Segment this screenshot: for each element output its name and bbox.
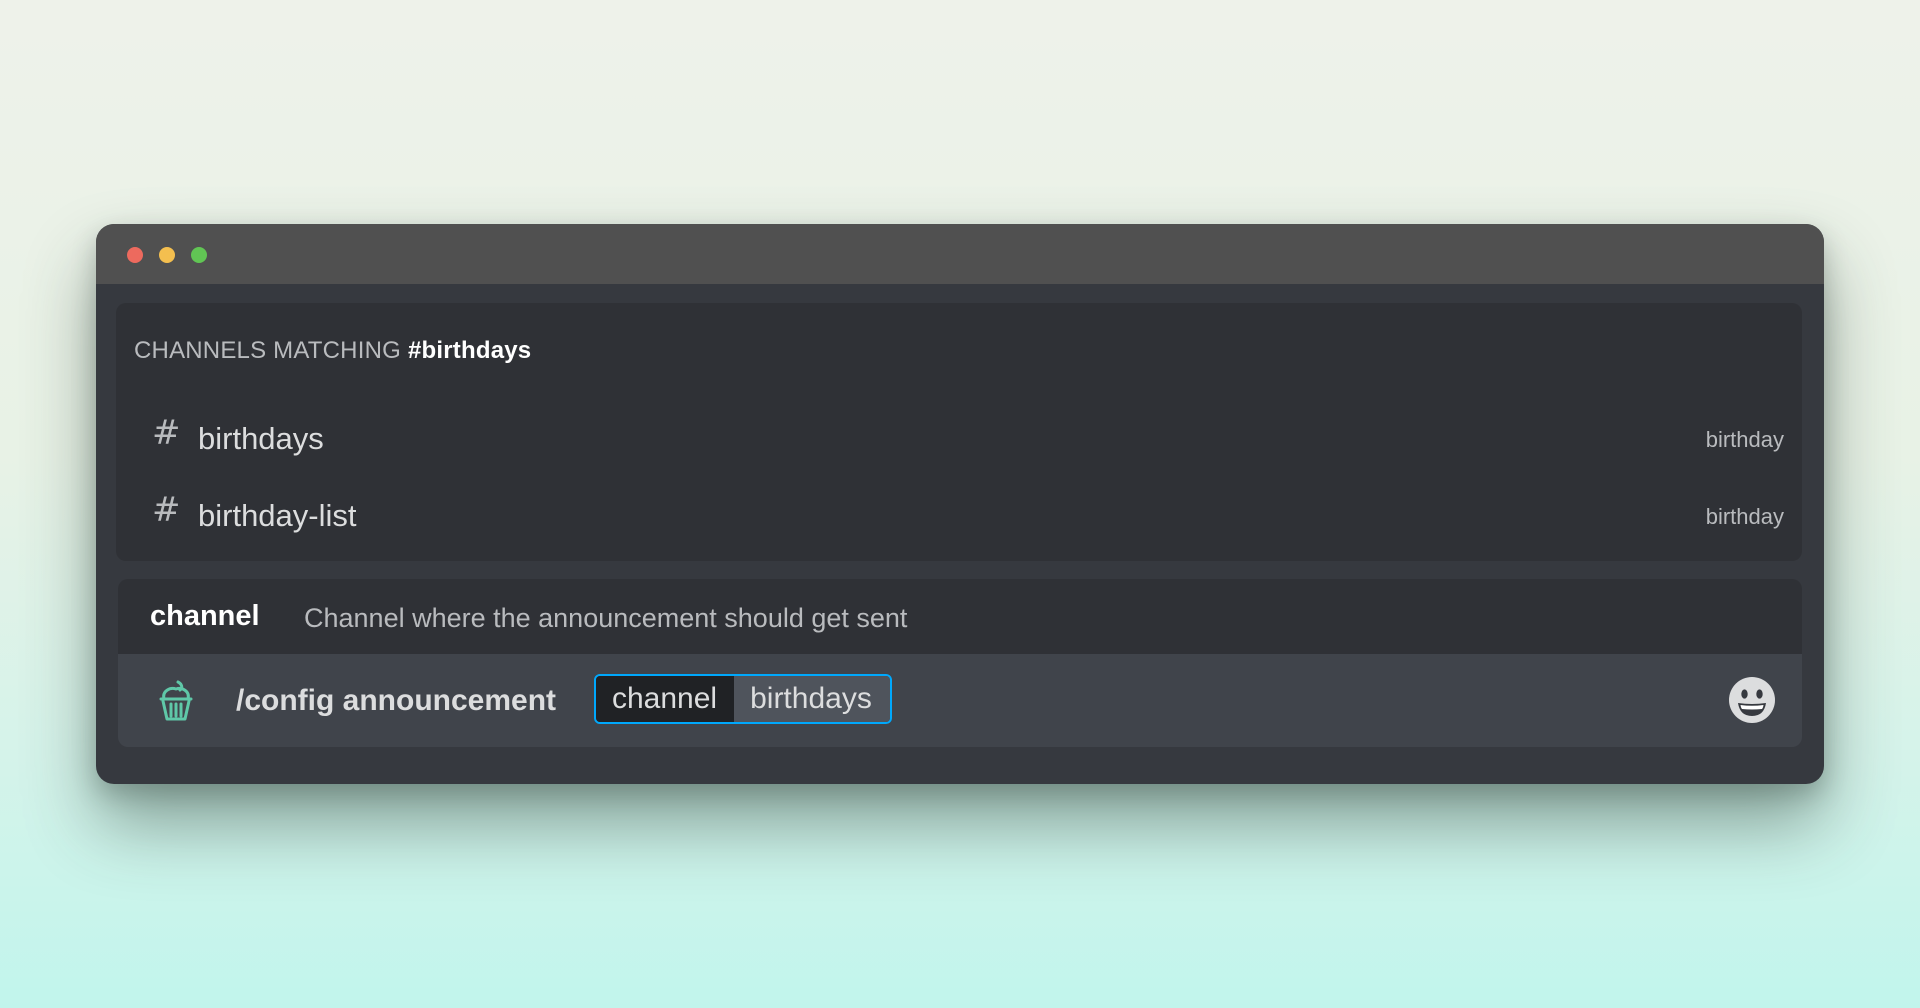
channel-name: birthday-list — [198, 498, 357, 533]
parameter-name: channel — [596, 676, 735, 722]
cupcake-icon — [159, 680, 193, 721]
hash-icon: # — [152, 413, 181, 453]
hash-icon: # — [152, 490, 181, 530]
channel-name: birthdays — [198, 421, 324, 456]
autocomplete-header-label: CHANNELS MATCHING — [134, 337, 401, 364]
slash-command: /config announcement — [236, 684, 557, 717]
option-name: channel — [150, 600, 260, 632]
channel-category: birthday — [1705, 427, 1784, 452]
maximize-window-button[interactable] — [191, 247, 207, 263]
message-input-bar[interactable]: /config announcement channel birthdays — [118, 654, 1802, 747]
command-parameter-pill[interactable]: channel birthdays — [594, 674, 892, 724]
option-description: Channel where the announcement should ge… — [304, 603, 908, 633]
autocomplete-item-birthdays[interactable]: # birthdays birthday — [134, 402, 1784, 472]
channel-category: birthday — [1705, 504, 1784, 529]
channel-autocomplete-popup: CHANNELS MATCHING #birthdays # birthdays … — [116, 303, 1802, 561]
app-window: CHANNELS MATCHING #birthdays # birthdays … — [96, 224, 1824, 784]
autocomplete-item-birthday-list[interactable]: # birthday-list birthday — [134, 479, 1784, 549]
parameter-value[interactable]: birthdays — [734, 676, 890, 722]
title-bar — [96, 224, 1824, 284]
autocomplete-query: #birthdays — [407, 337, 532, 364]
minimize-window-button[interactable] — [159, 247, 175, 263]
close-window-button[interactable] — [127, 247, 143, 263]
autocomplete-header: CHANNELS MATCHING #birthdays — [134, 337, 531, 365]
smiley-icon[interactable] — [1728, 676, 1776, 724]
